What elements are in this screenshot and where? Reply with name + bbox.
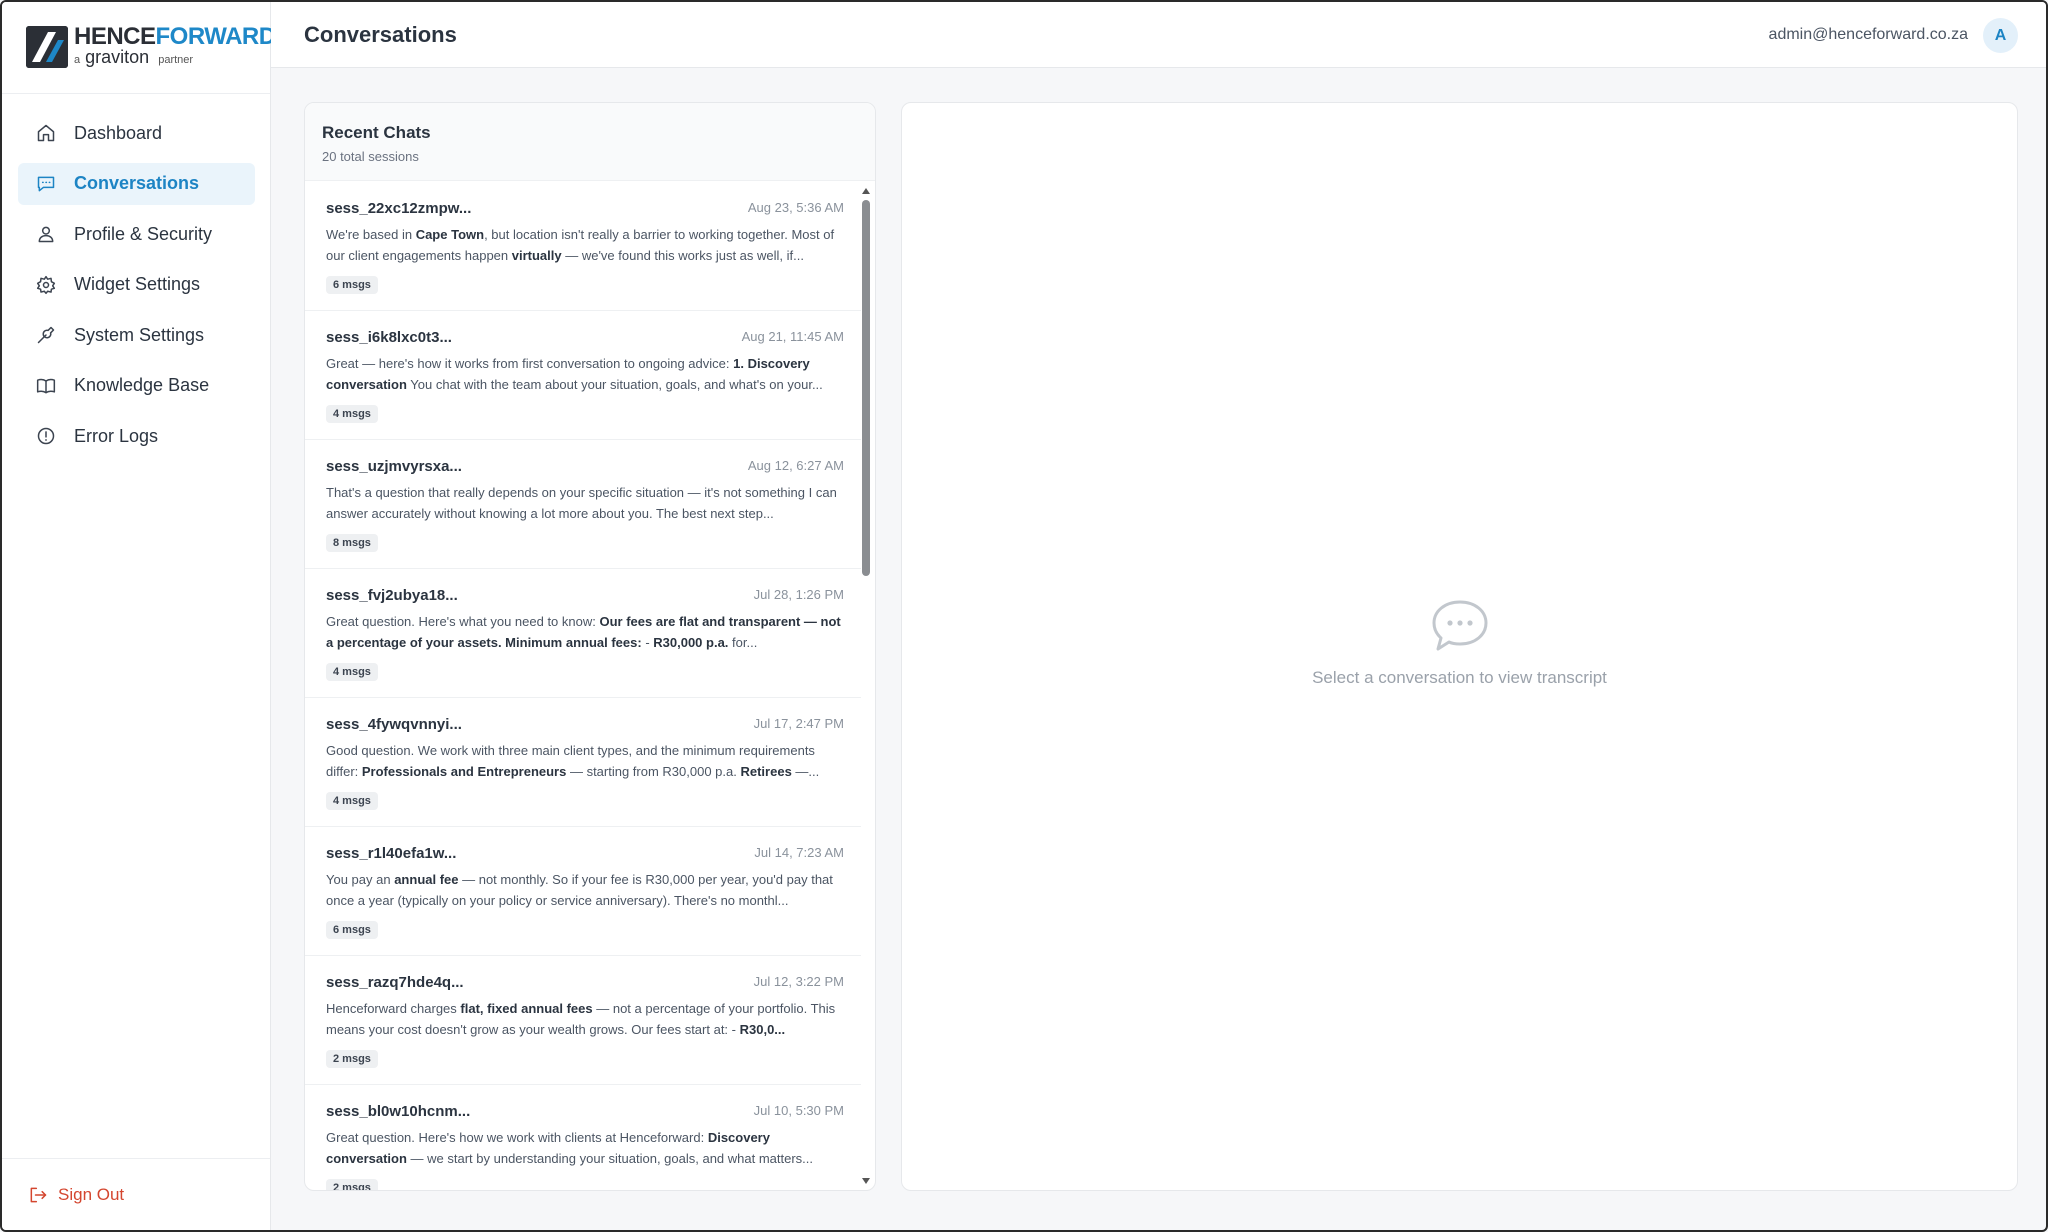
scroll-down-arrow-icon[interactable] [862,1178,870,1184]
sidebar-item-label: Conversations [74,173,200,193]
brand-sub-a: a [74,54,81,66]
sidebar-item-label: Knowledge Base [74,375,210,395]
session-preview: Great question. Here's how we work with … [326,1130,814,1166]
sidebar-item-label: Profile & Security [74,223,213,244]
message-count-badge: 4 msgs [326,405,378,423]
session-preview: That's a question that really depends on… [326,485,837,521]
scroll-up-arrow-icon[interactable] [862,188,870,194]
sign-out-icon [30,1187,47,1203]
app-window: HENCEFORWARD a graviton partner Dashboar… [0,0,2048,1232]
chat-list-item[interactable]: sess_fvj2ubya18... Jul 28, 1:26 PM Great… [305,569,861,698]
brand-logo[interactable]: HENCEFORWARD a graviton partner [2,2,276,94]
recent-chats-panel: Recent Chats 20 total sessions sess_22xc… [304,102,876,1191]
session-time: Jul 28, 1:26 PM [753,587,844,602]
chat-list-item[interactable]: sess_uzjmvyrsxa... Aug 12, 6:27 AM That'… [305,440,861,569]
message-count-badge: 4 msgs [326,792,378,810]
brand-sub-partner: partner [158,54,194,66]
session-time: Aug 21, 11:45 AM [741,329,844,344]
chat-list-item[interactable]: sess_razq7hde4q... Jul 12, 3:22 PM Hence… [305,956,861,1085]
sidebar-item-knowledge-base[interactable]: Knowledge Base [18,365,255,407]
chat-list-item[interactable]: sess_i6k8lxc0t3... Aug 21, 11:45 AM Grea… [305,311,861,440]
message-count-badge: 8 msgs [326,534,378,552]
session-preview: Good question. We work with three main c… [326,743,820,779]
brand-sub: a graviton partner [74,47,193,68]
alert-icon [35,425,57,447]
session-time: Jul 17, 2:47 PM [753,716,844,731]
brand-name-part1: HENCE [74,23,156,50]
top-header: Conversations admin@henceforward.co.za A [271,2,2046,68]
chat-icon [35,173,57,195]
wrench-icon [35,324,57,346]
chat-list: sess_22xc12zmpw... Aug 23, 5:36 AM We're… [305,182,861,1190]
session-time: Aug 12, 6:27 AM [747,458,844,473]
transcript-panel: Select a conversation to view transcript [901,102,2018,1191]
scrollbar[interactable] [859,182,873,1190]
sidebar-item-profile-security[interactable]: Profile & Security [18,213,255,255]
sidebar-item-widget-settings[interactable]: Widget Settings [18,264,255,306]
session-preview: Great — here's how it works from first c… [326,356,823,392]
sidebar-footer: Sign Out [2,1158,270,1230]
message-count-badge: 2 msgs [326,1050,378,1068]
sidebar: HENCEFORWARD a graviton partner Dashboar… [2,2,276,1230]
logo-mark-icon [26,26,68,68]
session-preview: Great question. Here's what you need to … [326,614,841,650]
sidebar-item-dashboard[interactable]: Dashboard [18,112,255,154]
sidebar-item-label: Error Logs [74,425,159,446]
chat-list-item[interactable]: sess_r1l40efa1w... Jul 14, 7:23 AM You p… [305,827,861,956]
chat-bubble-icon [1430,598,1490,654]
message-count-badge: 4 msgs [326,663,378,681]
sign-out-button[interactable]: Sign Out [28,1185,124,1205]
gear-icon [35,274,57,296]
sidebar-item-system-settings[interactable]: System Settings [18,314,255,356]
message-count-badge: 6 msgs [326,276,378,294]
sidebar-item-error-logs[interactable]: Error Logs [18,415,255,457]
chat-list-item[interactable]: sess_bl0w10hcnm... Jul 10, 5:30 PM Great… [305,1085,861,1190]
session-time: Jul 10, 5:30 PM [753,1103,844,1118]
avatar[interactable]: A [1983,18,2018,53]
recent-chats-count: 20 total sessions [322,149,419,164]
sidebar-item-conversations[interactable]: Conversations [18,162,255,205]
session-time: Jul 14, 7:23 AM [754,845,844,860]
user-email: admin@henceforward.co.za [1768,26,1968,43]
transcript-empty-text: Select a conversation to view transcript [1312,668,1607,687]
book-icon [35,375,57,397]
recent-chats-header: Recent Chats 20 total sessions [305,103,875,181]
recent-chats-title: Recent Chats [322,123,431,142]
page-title: Conversations [304,22,457,47]
sidebar-nav: Dashboard Conversations Profile & Securi… [18,112,255,466]
brand-sub-name: graviton [85,47,150,67]
sidebar-item-label: System Settings [74,324,205,345]
brand-name-part2: FORWARD [155,23,277,50]
user-icon [35,223,57,245]
chat-list-item[interactable]: sess_22xc12zmpw... Aug 23, 5:36 AM We're… [305,182,861,311]
sign-out-label: Sign Out [58,1185,125,1204]
transcript-empty-state: Select a conversation to view transcript [902,598,2017,688]
sidebar-item-label: Dashboard [74,122,163,143]
session-preview: You pay an annual fee — not monthly. So … [326,872,833,908]
message-count-badge: 6 msgs [326,921,378,939]
sidebar-item-label: Widget Settings [74,274,201,294]
session-preview: Henceforward charges flat, fixed annual … [326,1001,836,1037]
session-time: Aug 23, 5:36 AM [747,200,844,215]
scrollbar-thumb[interactable] [862,200,870,576]
home-icon [35,122,57,144]
session-preview: We're based in Cape Town, but location i… [326,227,835,263]
session-time: Jul 12, 3:22 PM [753,974,844,989]
chat-list-item[interactable]: sess_4fywqvnnyi... Jul 17, 2:47 PM Good … [305,698,861,827]
message-count-badge: 2 msgs [326,1179,378,1190]
